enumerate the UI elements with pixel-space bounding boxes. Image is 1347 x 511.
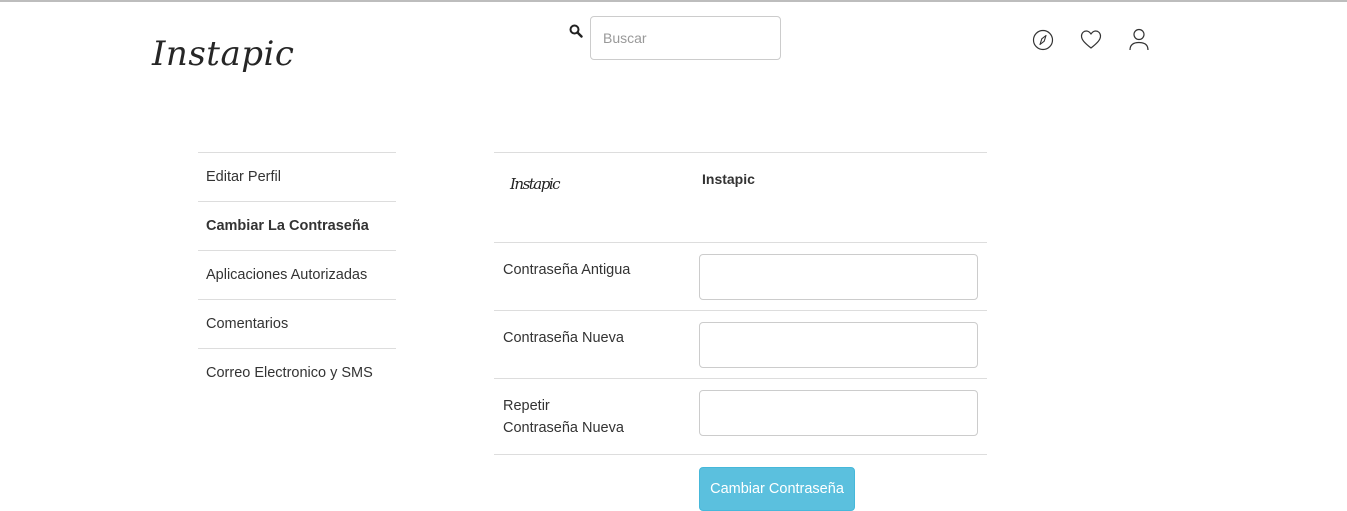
change-password-button[interactable]: Cambiar Contraseña <box>699 467 855 511</box>
repeat-password-field[interactable] <box>699 390 978 436</box>
repeat-password-row: Repetir Contraseña Nueva <box>494 378 987 454</box>
new-password-row: Contraseña Nueva <box>494 310 987 378</box>
settings-sidebar: Editar Perfil Cambiar La Contraseña Apli… <box>198 152 396 397</box>
sidebar-item-comentarios[interactable]: Comentarios <box>198 299 396 348</box>
compass-icon[interactable] <box>1032 28 1054 52</box>
nav-icons <box>1032 28 1150 52</box>
sidebar-item-label: Aplicaciones Autorizadas <box>206 267 368 283</box>
sidebar-item-label: Correo Electronico y SMS <box>206 365 373 381</box>
new-password-label: Contraseña Nueva <box>503 330 624 346</box>
search-input[interactable] <box>590 16 781 60</box>
old-password-field[interactable] <box>699 254 978 300</box>
sidebar-item-label: Comentarios <box>206 316 289 332</box>
instapic-logo[interactable]: Instapic <box>152 34 294 74</box>
submit-row: Cambiar Contraseña <box>494 454 987 511</box>
new-password-field[interactable] <box>699 322 978 368</box>
change-password-panel: Instapic Instapic Contraseña Antigua Con… <box>494 152 987 511</box>
heart-icon[interactable] <box>1080 28 1102 52</box>
sidebar-item-label: Editar Perfil <box>206 169 281 185</box>
sidebar-item-editar-perfil[interactable]: Editar Perfil <box>198 152 396 201</box>
avatar: Instapic <box>510 175 561 193</box>
brand-name: Instapic <box>702 171 755 187</box>
sidebar-item-aplicaciones-autorizadas[interactable]: Aplicaciones Autorizadas <box>198 250 396 299</box>
sidebar-item-cambiar-contrasena[interactable]: Cambiar La Contraseña <box>198 201 396 250</box>
sidebar-item-label: Cambiar La Contraseña <box>206 218 369 234</box>
brand-row: Instapic Instapic <box>494 152 987 242</box>
repeat-password-label-line2: Contraseña Nueva <box>503 420 624 436</box>
search-icon <box>569 24 583 38</box>
repeat-password-label-line1: Repetir <box>503 398 550 414</box>
old-password-label: Contraseña Antigua <box>503 262 631 278</box>
old-password-row: Contraseña Antigua <box>494 242 987 310</box>
repeat-password-label: Repetir Contraseña Nueva <box>503 395 624 439</box>
sidebar-item-correo-electronico[interactable]: Correo Electronico y SMS <box>198 348 396 397</box>
user-icon[interactable] <box>1128 28 1150 52</box>
